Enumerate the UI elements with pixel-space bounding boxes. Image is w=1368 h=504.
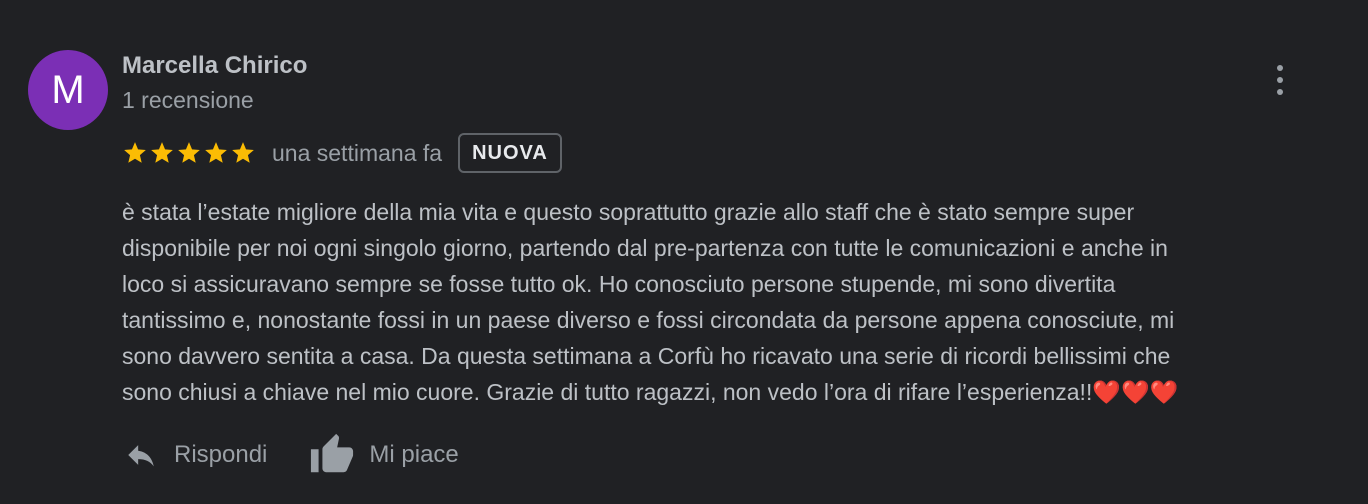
thumb-up-icon (311, 433, 354, 473)
reply-button[interactable]: Rispondi (122, 438, 267, 472)
more-options-button[interactable] (1262, 60, 1298, 100)
review-text: è stata l’estate migliore della mia vita… (122, 199, 1179, 405)
more-vert-icon (1277, 65, 1283, 71)
review-meta: una settimana fa NUOVA (122, 132, 562, 174)
author-name[interactable]: Marcella Chirico (122, 52, 307, 80)
new-badge: NUOVA (458, 133, 562, 173)
like-button[interactable]: Mi piace (309, 432, 459, 478)
avatar[interactable]: M (28, 50, 108, 130)
star-rating (122, 140, 256, 166)
review-actions: Rispondi Mi piace (122, 425, 459, 485)
star-icon (178, 142, 200, 163)
like-label: Mi piace (369, 441, 459, 468)
review-date: una settimana fa (272, 139, 443, 166)
star-icon (151, 142, 173, 163)
star-icon (205, 142, 227, 163)
review-count[interactable]: 1 recensione (122, 87, 254, 114)
star-icon (124, 142, 146, 163)
review-card: M Marcella Chirico 1 recensione una sett… (0, 0, 1368, 504)
star-icon (232, 142, 254, 163)
reply-label: Rispondi (174, 441, 268, 468)
reply-icon (128, 445, 154, 467)
